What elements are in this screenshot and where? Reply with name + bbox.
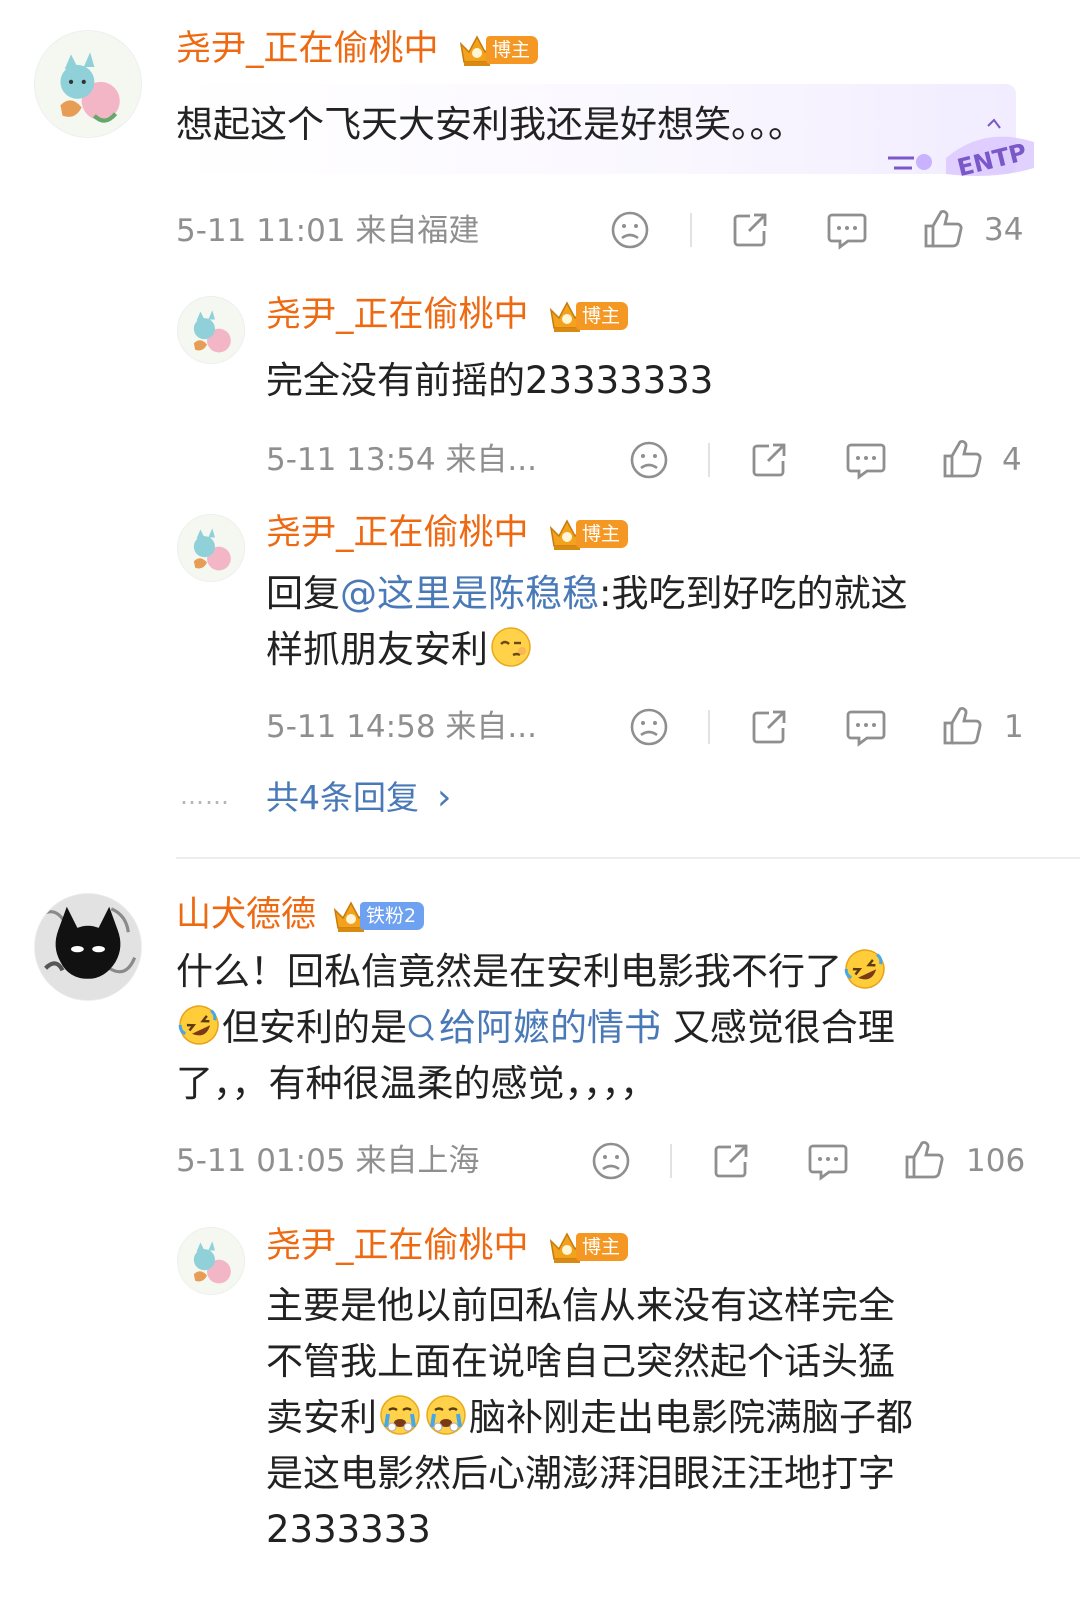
separator (690, 213, 692, 247)
reply-text-line: 是这电影然后心潮澎湃泪眼汪汪地打字 (266, 1452, 895, 1495)
crying-emoji-icon (378, 1393, 422, 1437)
avatar[interactable] (34, 893, 142, 1001)
reply-text: :我吃到好吃的就这 (599, 572, 908, 615)
sad-face-icon[interactable] (629, 707, 669, 747)
username[interactable]: 尧尹_正在偷桃中 (266, 1229, 529, 1264)
sad-face-icon[interactable] (591, 1141, 631, 1181)
like-count: 4 (1002, 442, 1022, 478)
avatar-image (178, 297, 244, 363)
mention-link[interactable]: @这里是陈稳稳 (340, 572, 599, 615)
comment-text-line: 了，，有种很温柔的感觉，，，， (176, 1062, 657, 1105)
thumbs-up-icon[interactable] (922, 208, 964, 250)
more-replies-link[interactable]: 共4条回复 › (266, 780, 451, 816)
reply-meta: 5-11 14:58 来自... (266, 709, 537, 745)
comment-text-line: 什么！回私信竟然是在安利电影我不行了 (176, 944, 888, 1000)
reply-text-line: 回复@这里是陈稳稳:我吃到好吃的就这 (266, 566, 907, 622)
reply-text-line: 样抓朋友安利 (266, 622, 534, 678)
entp-sticker: ENTP (884, 118, 1044, 184)
thumbs-up-icon[interactable] (941, 705, 983, 747)
reply-text-line: 卖安利 脑补刚走出电影院满脑子都 (266, 1390, 913, 1446)
reply-text: 完全没有前摇的23333333 (266, 359, 714, 402)
comment-text: 想起这个飞天大安利我还是好想笑。。。 (176, 103, 805, 146)
reply-meta: 5-11 13:54 来自... (266, 442, 537, 478)
comment-text: 什么！回私信竟然是在安利电影我不行了 (176, 950, 842, 993)
comment-icon[interactable] (807, 1141, 849, 1181)
blogger-badge: 博主 (458, 34, 539, 66)
comment-icon[interactable] (826, 210, 868, 250)
avatar-image (35, 894, 141, 1000)
badge-label: 铁粉2 (360, 902, 425, 930)
wink-emoji-icon (489, 625, 533, 669)
badge-label: 博主 (576, 520, 629, 548)
badge-label: 博主 (576, 302, 629, 330)
topic-link[interactable]: 给阿嬷的情书 (407, 1006, 661, 1049)
comment-text: 但安利的是 (222, 1006, 407, 1049)
blogger-badge: 博主 (548, 1231, 629, 1263)
reply-text: 卖安利 (266, 1396, 377, 1439)
username[interactable]: 尧尹_正在偷桃中 (266, 516, 529, 551)
fan-badge: 铁粉2 (332, 900, 425, 932)
username[interactable]: 尧尹_正在偷桃中 (176, 32, 439, 67)
blogger-badge: 博主 (548, 518, 629, 550)
topic-link-label: 给阿嬷的情书 (439, 1006, 661, 1049)
blogger-badge: 博主 (548, 300, 629, 332)
avatar[interactable] (177, 296, 245, 364)
share-icon[interactable] (711, 1141, 751, 1181)
sad-face-icon[interactable] (629, 440, 669, 480)
separator (708, 443, 710, 477)
more-replies-label: 共4条回复 (266, 778, 419, 817)
username[interactable]: 尧尹_正在偷桃中 (266, 298, 529, 333)
reply-text-line: 不管我上面在说啥自己突然起个话头猛 (266, 1340, 895, 1383)
search-icon (407, 1004, 437, 1060)
comment-icon[interactable] (845, 440, 887, 480)
comment-divider (176, 857, 1080, 859)
rofl-emoji-icon (177, 1003, 221, 1047)
crying-emoji-icon (424, 1393, 468, 1437)
more-replies-dots: …… (180, 782, 230, 810)
rofl-emoji-icon (843, 947, 887, 991)
avatar-image (178, 1228, 244, 1294)
comment-icon[interactable] (845, 707, 887, 747)
avatar-image (35, 31, 141, 137)
avatar[interactable] (34, 30, 142, 138)
like-count: 34 (984, 212, 1024, 248)
reply-text-line: 主要是他以前回私信从来没有这样完全 (266, 1284, 895, 1327)
username[interactable]: 山犬德德 (176, 898, 316, 933)
separator (708, 710, 710, 744)
share-icon[interactable] (749, 440, 789, 480)
reply-text: 脑补刚走出电影院满脑子都 (469, 1396, 913, 1439)
share-icon[interactable] (730, 210, 770, 250)
comment-text-line: 但安利的是 给阿嬷的情书 又感觉很合理 (176, 1000, 895, 1060)
chevron-right-icon: › (437, 777, 452, 818)
comment-meta: 5-11 01:05 来自上海 (176, 1143, 480, 1179)
like-count: 1 (1004, 709, 1024, 745)
sad-face-icon[interactable] (610, 210, 650, 250)
badge-label: 博主 (576, 1233, 629, 1261)
reply-text: 样抓朋友安利 (266, 628, 488, 671)
reply-prefix: 回复 (266, 572, 340, 615)
like-count: 106 (966, 1143, 1026, 1179)
avatar-image (178, 515, 244, 581)
comment-meta: 5-11 11:01 来自福建 (176, 213, 480, 249)
avatar[interactable] (177, 1227, 245, 1295)
badge-label: 博主 (486, 36, 539, 64)
thumbs-up-icon[interactable] (903, 1139, 945, 1181)
reply-text-line: 2333333 (266, 1508, 431, 1551)
comment-text: 又感觉很合理 (661, 1006, 895, 1049)
share-icon[interactable] (749, 707, 789, 747)
separator (670, 1144, 672, 1178)
avatar[interactable] (177, 514, 245, 582)
thumbs-up-icon[interactable] (941, 438, 983, 480)
